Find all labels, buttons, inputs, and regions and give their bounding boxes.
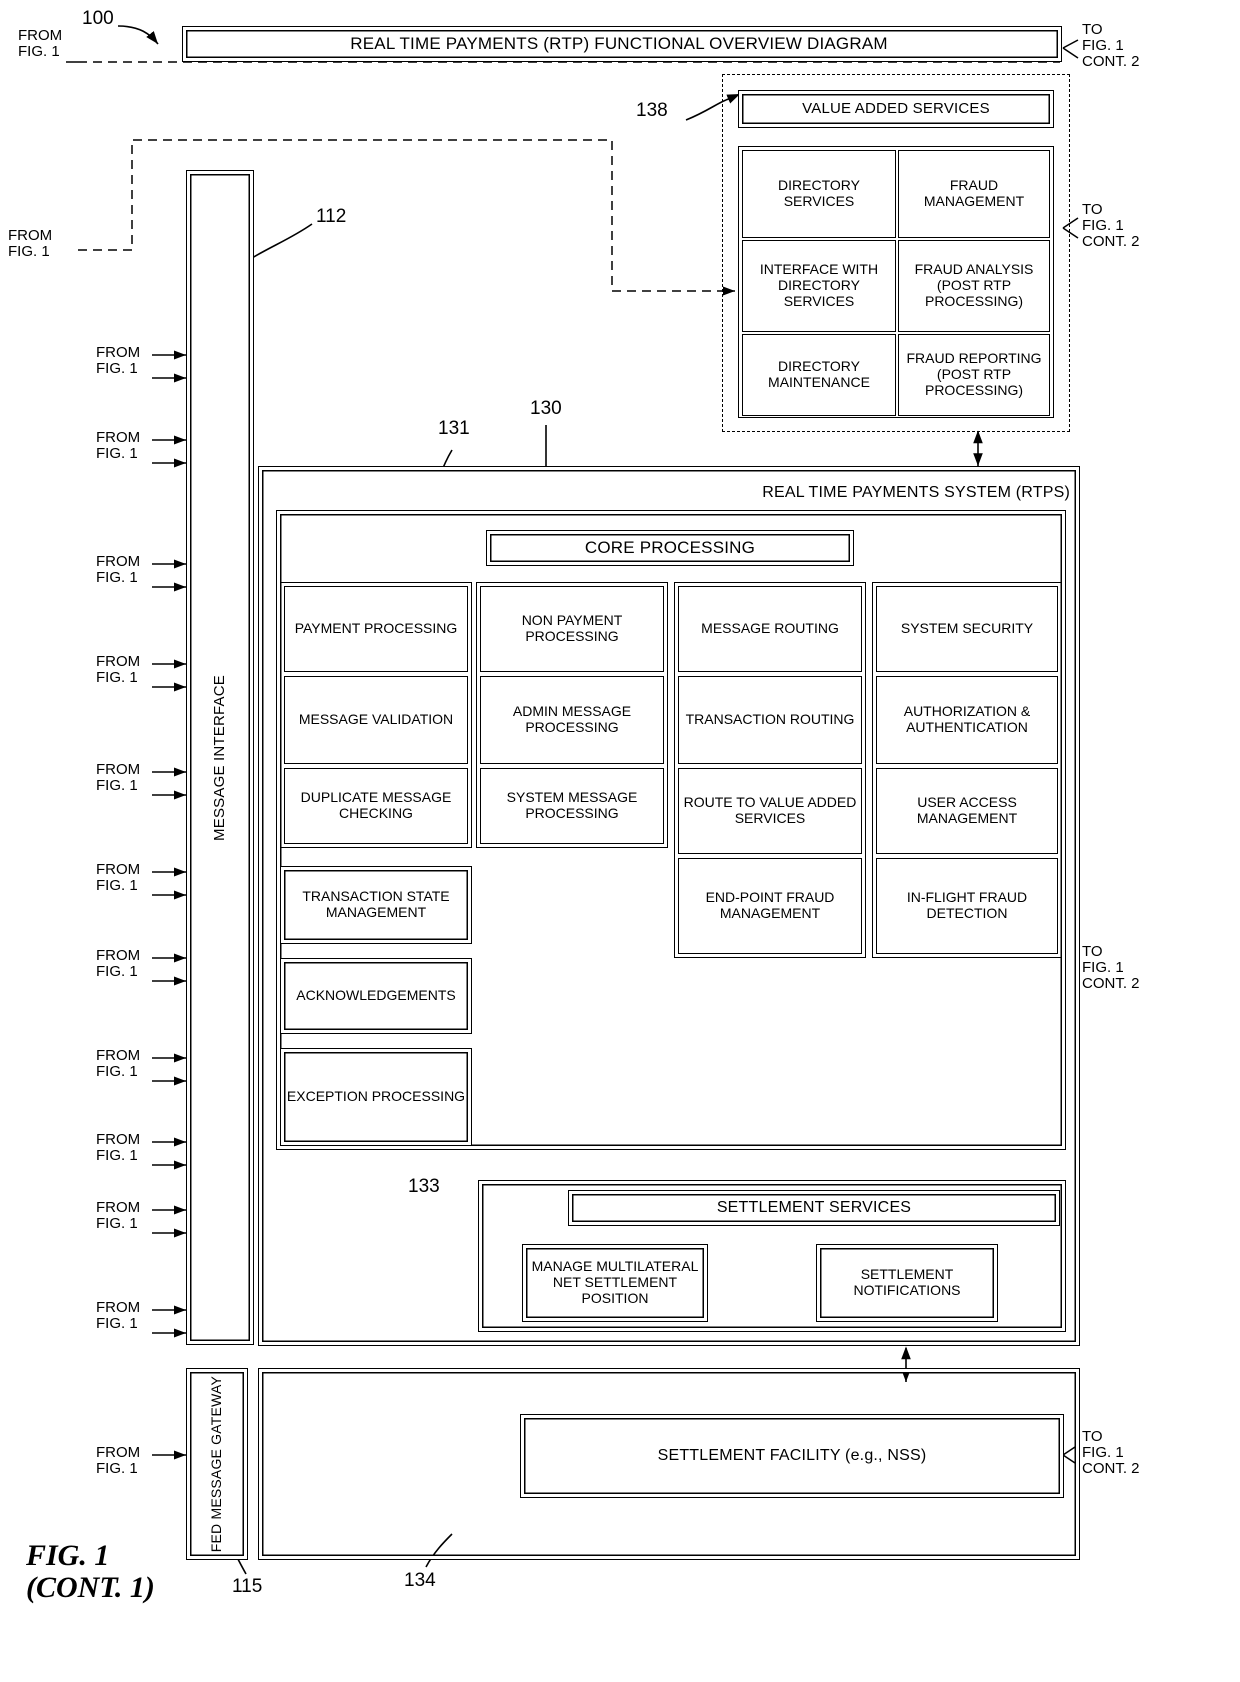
ref-131: 131 [438, 418, 470, 439]
core-item-in-flight-fraud-detection: IN-FLIGHT FRAUD DETECTION [876, 858, 1058, 954]
ref-130: 130 [530, 398, 562, 419]
to-fig1-cont2-settlement: TO FIG. 1 CONT. 2 [1082, 1428, 1140, 1478]
ref-134: 134 [404, 1570, 436, 1591]
core-item-user-access-management: USER ACCESS MANAGEMENT [876, 768, 1058, 854]
ref-133: 133 [408, 1176, 440, 1197]
figure-title-box: REAL TIME PAYMENTS (RTP) FUNCTIONAL OVER… [182, 26, 1062, 62]
ref-100: 100 [82, 8, 114, 29]
ref-112: 112 [316, 206, 347, 227]
from-fig1-left-1: FROM FIG. 1 [96, 344, 141, 378]
settlement-services-box: SETTLEMENT SERVICES [568, 1190, 1060, 1226]
core-item-non-payment-processing: NON PAYMENT PROCESSING [480, 586, 664, 672]
value-added-services-label: VALUE ADDED SERVICES [802, 99, 990, 117]
rtps-title: REAL TIME PAYMENTS SYSTEM (RTPS) [762, 484, 1070, 501]
from-fig1-left-12: FROM FIG. 1 [96, 1444, 141, 1478]
core-item-acknowledgements: ACKNOWLEDGEMENTS [280, 958, 472, 1034]
fed-message-gateway-label: FED MESSAGE GATEWAY [208, 1375, 225, 1553]
to-fig1-cont2-rtps: TO FIG. 1 CONT. 2 [1082, 943, 1140, 993]
to-fig1-cont2-top: TO FIG. 1 CONT. 2 [1082, 21, 1140, 71]
core-item-transaction-routing: TRANSACTION ROUTING [678, 676, 862, 764]
core-item-system-security: SYSTEM SECURITY [876, 586, 1058, 672]
to-fig1-cont2-vas: TO FIG. 1 CONT. 2 [1082, 201, 1140, 251]
settlement-item-manage-net-position: MANAGE MULTILATERAL NET SETTLEMENT POSIT… [522, 1244, 708, 1322]
message-interface-block: MESSAGE INTERFACE [186, 170, 254, 1345]
from-fig1-left-11: FROM FIG. 1 [96, 1299, 141, 1333]
from-fig1-left-7: FROM FIG. 1 [96, 947, 141, 981]
from-fig1-left-3: FROM FIG. 1 [96, 553, 141, 587]
vas-item-directory-services: DIRECTORY SERVICES [742, 150, 896, 238]
vas-item-interface-with-directory-services: INTERFACE WITH DIRECTORY SERVICES [742, 240, 896, 332]
ref-138: 138 [636, 100, 668, 121]
core-item-message-validation: MESSAGE VALIDATION [284, 676, 468, 764]
from-fig1-second: FROM FIG. 1 [8, 227, 53, 261]
from-fig1-left-2: FROM FIG. 1 [96, 429, 141, 463]
core-item-system-message-processing: SYSTEM MESSAGE PROCESSING [480, 768, 664, 844]
from-fig1-left-9: FROM FIG. 1 [96, 1131, 141, 1165]
message-interface-label: MESSAGE INTERFACE [210, 674, 228, 841]
settlement-item-notifications: SETTLEMENT NOTIFICATIONS [816, 1244, 998, 1322]
settlement-facility-box: SETTLEMENT FACILITY (e.g., NSS) [520, 1414, 1064, 1498]
from-fig1-left-4: FROM FIG. 1 [96, 653, 141, 687]
from-fig1-left-6: FROM FIG. 1 [96, 861, 141, 895]
vas-item-fraud-analysis: FRAUD ANALYSIS (POST RTP PROCESSING) [898, 240, 1050, 332]
core-item-exception-processing: EXCEPTION PROCESSING [280, 1048, 472, 1146]
from-fig1-left-5: FROM FIG. 1 [96, 761, 141, 795]
from-fig1-left-8: FROM FIG. 1 [96, 1047, 141, 1081]
core-item-end-point-fraud-management: END-POINT FRAUD MANAGEMENT [678, 858, 862, 954]
core-item-admin-message-processing: ADMIN MESSAGE PROCESSING [480, 676, 664, 764]
value-added-services-box: VALUE ADDED SERVICES [738, 90, 1054, 128]
core-item-message-routing: MESSAGE ROUTING [678, 586, 862, 672]
figure-number-label: FIG. 1 (CONT. 1) [26, 1539, 155, 1605]
from-fig1-left-10: FROM FIG. 1 [96, 1199, 141, 1233]
fed-message-gateway-block: FED MESSAGE GATEWAY [186, 1368, 248, 1560]
figure-title: REAL TIME PAYMENTS (RTP) FUNCTIONAL OVER… [350, 34, 888, 54]
core-item-duplicate-message-checking: DUPLICATE MESSAGE CHECKING [284, 768, 468, 844]
core-processing-box: CORE PROCESSING [486, 530, 854, 566]
from-fig1-top: FROM FIG. 1 [18, 27, 63, 61]
ref-115: 115 [232, 1576, 263, 1597]
core-item-payment-processing: PAYMENT PROCESSING [284, 586, 468, 672]
vas-item-fraud-management: FRAUD MANAGEMENT [898, 150, 1050, 238]
core-item-transaction-state-management: TRANSACTION STATE MANAGEMENT [280, 866, 472, 944]
vas-item-directory-maintenance: DIRECTORY MAINTENANCE [742, 334, 896, 416]
core-item-authorization-authentication: AUTHORIZATION & AUTHENTICATION [876, 676, 1058, 764]
core-item-route-to-value-added-services: ROUTE TO VALUE ADDED SERVICES [678, 768, 862, 854]
vas-item-fraud-reporting: FRAUD REPORTING (POST RTP PROCESSING) [898, 334, 1050, 416]
